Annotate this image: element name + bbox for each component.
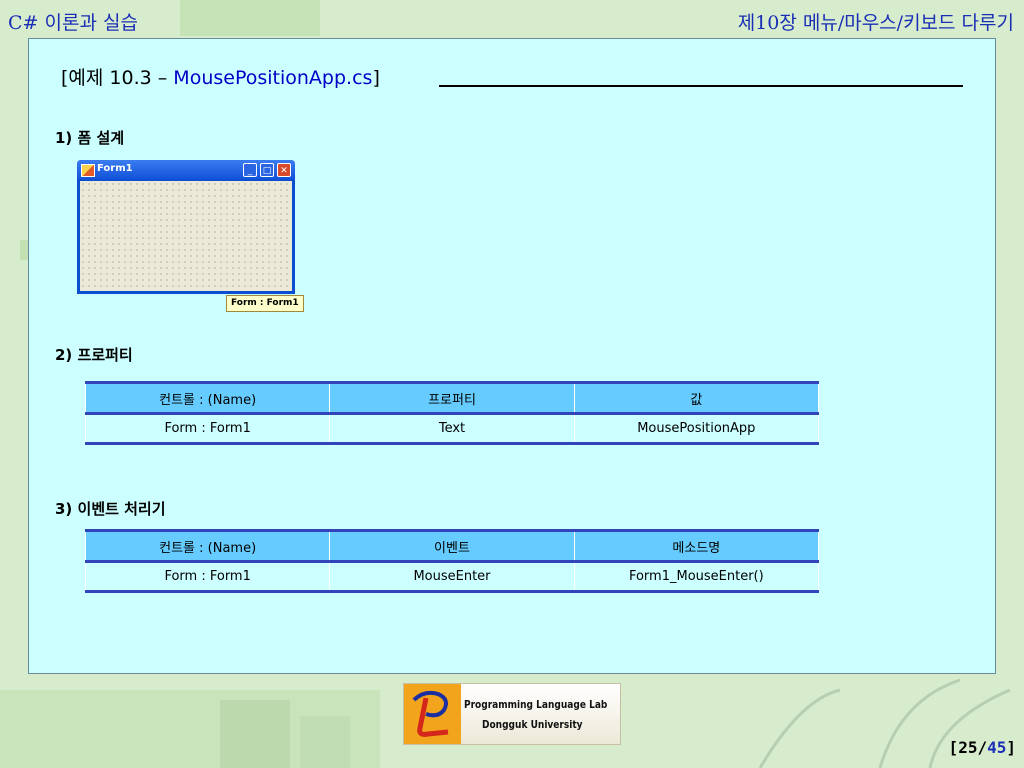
university-name: Dongguk University — [482, 718, 583, 731]
table-cell: MouseEnter — [329, 561, 575, 593]
table-header: 이벤트 — [329, 529, 575, 563]
lab-logo: Programming Language Lab Dongguk Univers… — [403, 683, 621, 745]
table-row: Form : Form1 Text MousePositionApp — [84, 413, 820, 445]
table-header-row: 컨트롤 : (Name) 이벤트 메소드명 — [84, 529, 820, 563]
example-title: [예제 10.3 – MousePositionApp.cs] — [61, 63, 380, 90]
lab-name: Programming Language Lab — [464, 698, 608, 711]
form-titlebar: Form1 _ □ ✕ — [77, 160, 295, 180]
table-header: 프로퍼티 — [329, 381, 575, 415]
title-underline — [439, 85, 963, 87]
form-name-tag: Form : Form1 — [226, 295, 304, 312]
current-page: 25 — [958, 738, 978, 757]
table-header-row: 컨트롤 : (Name) 프로퍼티 값 — [84, 381, 820, 415]
property-table: 컨트롤 : (Name) 프로퍼티 값 Form : Form1 Text Mo… — [84, 381, 820, 445]
table-cell: Form : Form1 — [84, 561, 331, 593]
close-icon: ✕ — [277, 163, 291, 177]
course-title: C# 이론과 실습 — [8, 12, 138, 34]
chapter-title: 제10장 메뉴/마우스/키보드 다루기 — [737, 12, 1014, 34]
example-filename: MousePositionApp.cs — [173, 67, 373, 89]
table-row: Form : Form1 MouseEnter Form1_MouseEnter… — [84, 561, 820, 593]
example-title-prefix: [예제 10.3 – — [61, 67, 174, 89]
maximize-icon: □ — [260, 163, 274, 177]
form-app-icon — [81, 164, 95, 177]
pl-logo-icon — [404, 684, 461, 744]
table-cell: Form : Form1 — [84, 413, 331, 445]
table-header: 값 — [573, 381, 820, 415]
table-header: 컨트롤 : (Name) — [84, 529, 331, 563]
section-form-design: 1) 폼 설계 — [55, 129, 125, 147]
page-number: [25/45] — [948, 738, 1016, 757]
form-title: Form1 — [97, 163, 133, 174]
section-properties: 2) 프로퍼티 — [55, 346, 133, 364]
minimize-icon: _ — [243, 163, 257, 177]
event-table: 컨트롤 : (Name) 이벤트 메소드명 Form : Form1 Mouse… — [84, 529, 820, 593]
table-header: 컨트롤 : (Name) — [84, 381, 331, 415]
slide-content-panel: [예제 10.3 – MousePositionApp.cs] 1) 폼 설계 … — [28, 38, 996, 674]
table-cell: MousePositionApp — [573, 413, 820, 445]
table-header: 메소드명 — [573, 529, 820, 563]
table-cell: Form1_MouseEnter() — [573, 561, 820, 593]
table-cell: Text — [329, 413, 575, 445]
section-event-handlers: 3) 이벤트 처리기 — [55, 500, 166, 518]
total-pages: 45 — [987, 738, 1007, 757]
form-client-area — [80, 181, 292, 291]
form-designer-window: Form1 _ □ ✕ — [77, 160, 295, 294]
example-title-suffix: ] — [372, 67, 380, 89]
